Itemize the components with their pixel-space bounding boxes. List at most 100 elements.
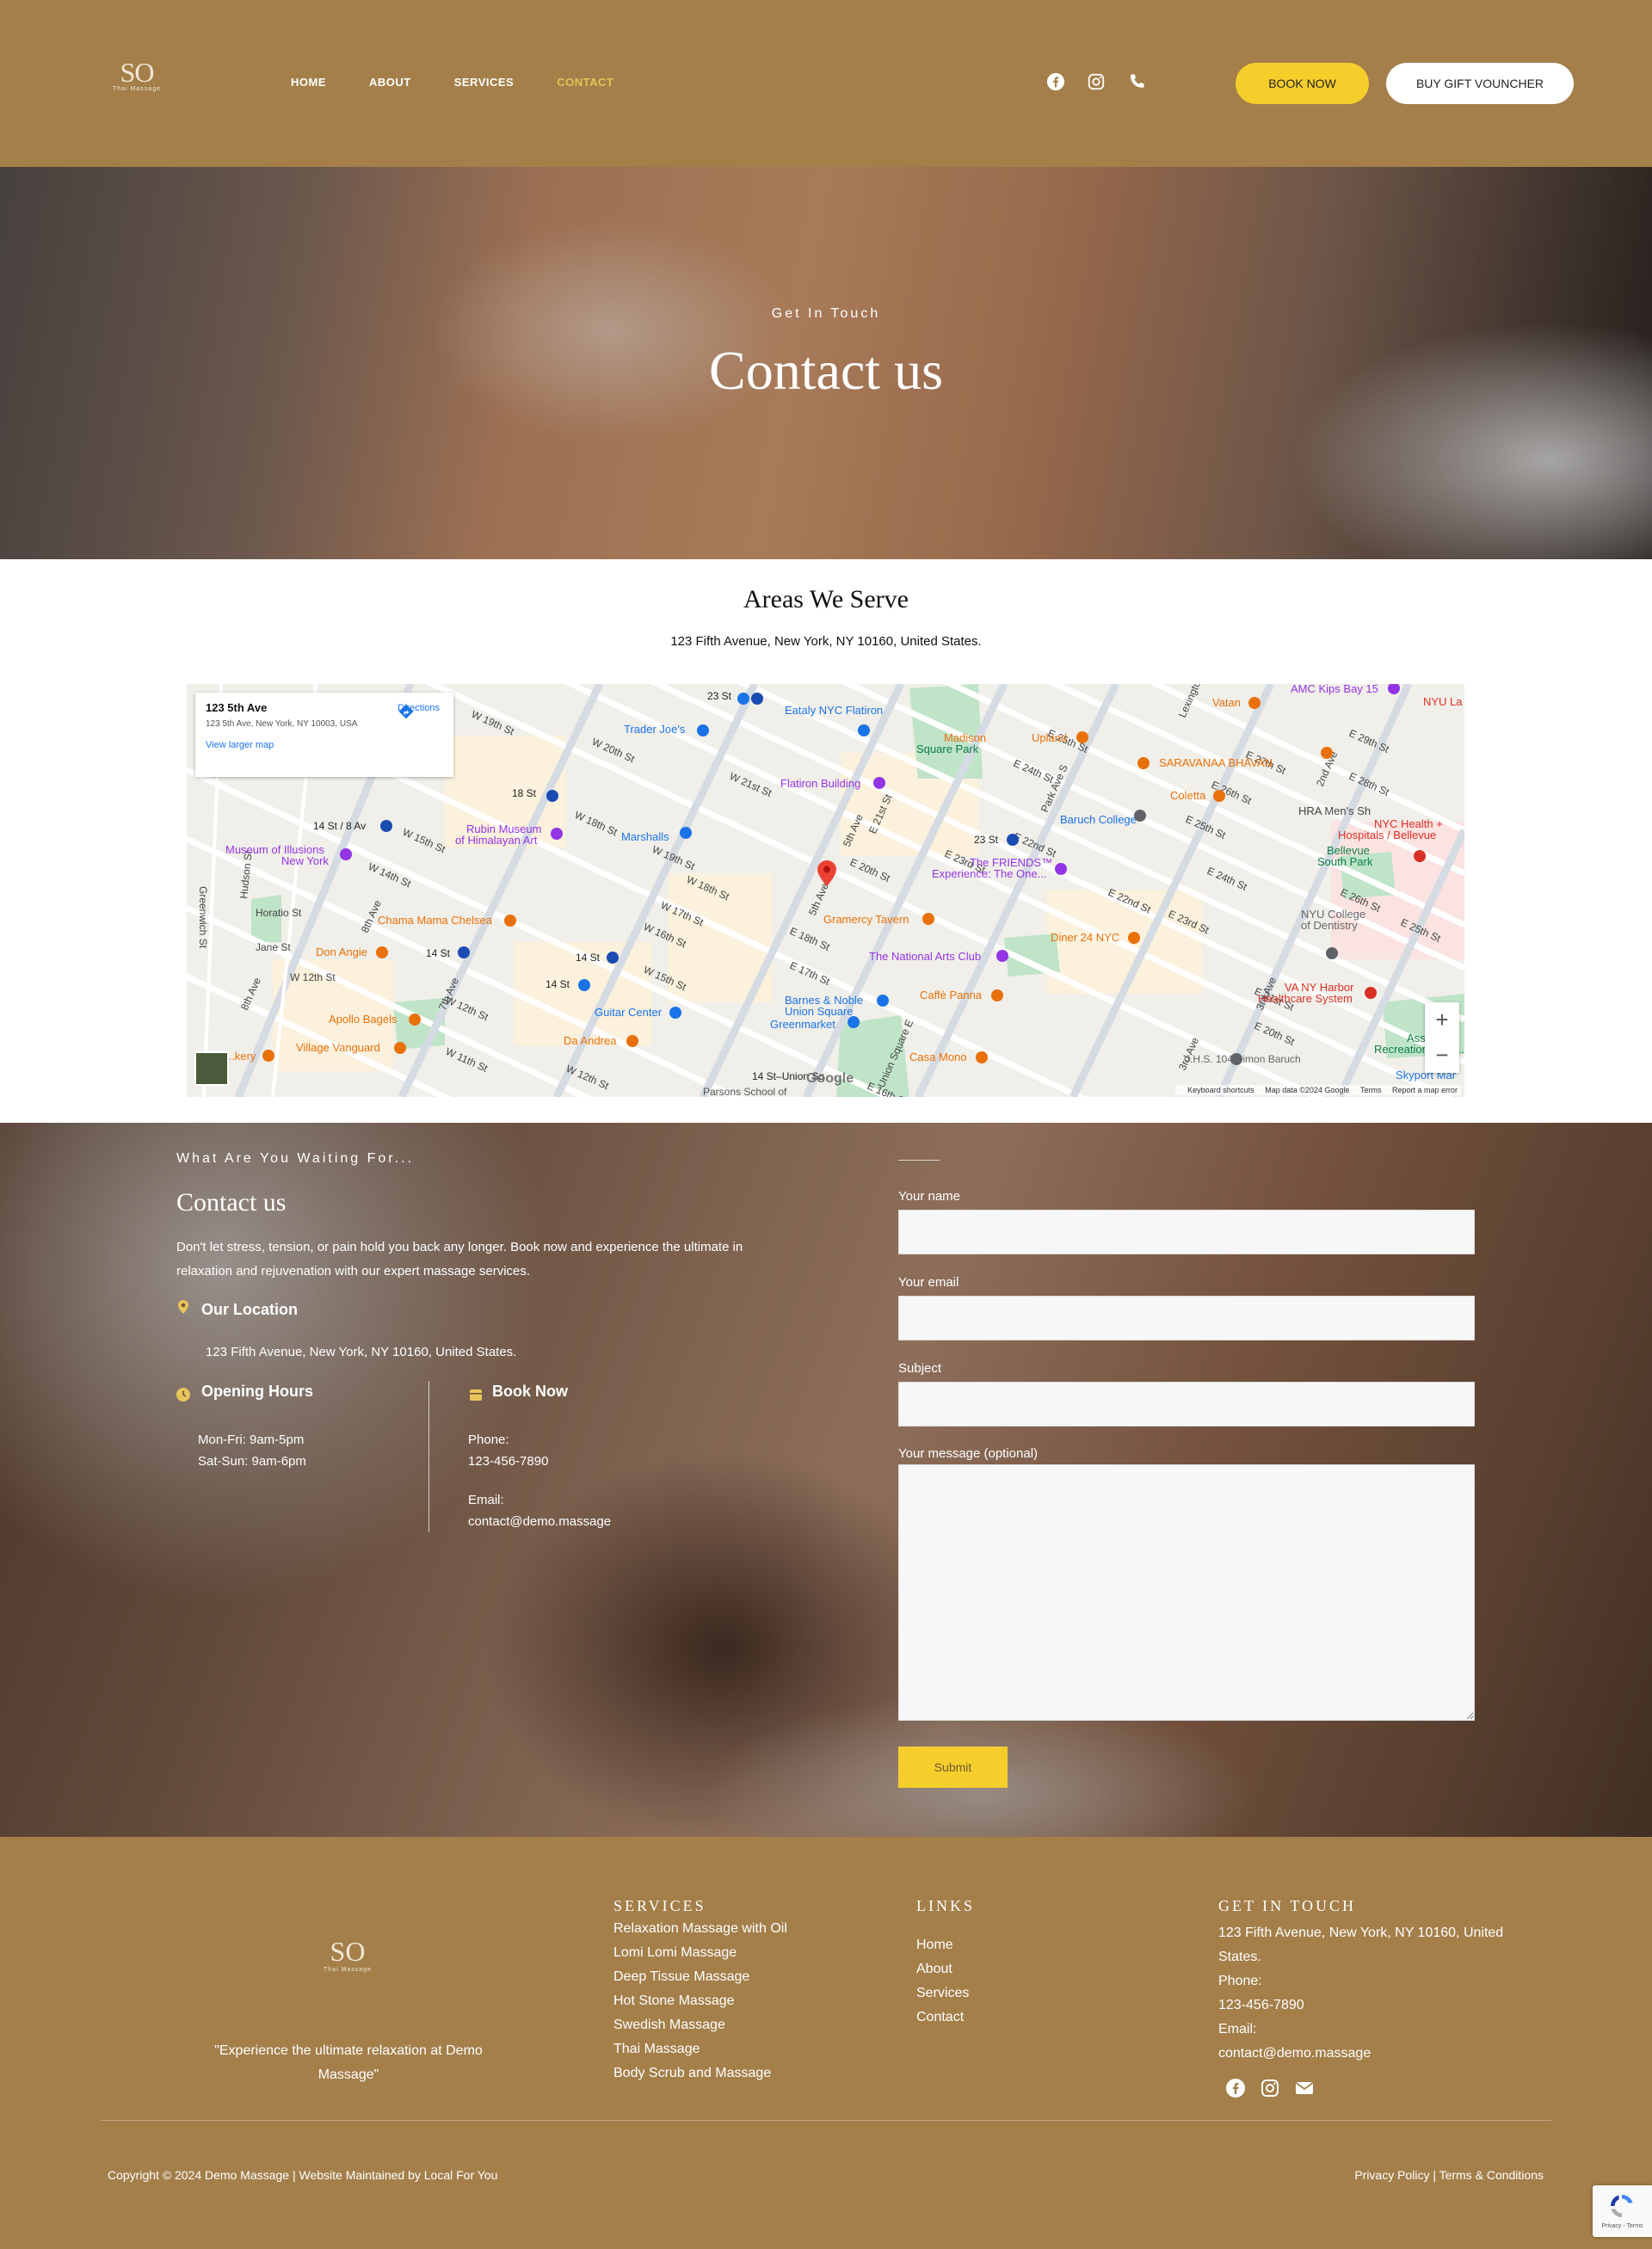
- directions-link[interactable]: Directions: [398, 703, 440, 719]
- footer-service-link[interactable]: Hot Stone Massage: [613, 1989, 787, 2013]
- opening-hours-title: Opening Hours: [201, 1383, 313, 1400]
- subject-label: Subject: [898, 1361, 942, 1376]
- map-card-address: 123 5th Ave, New York, NY 10003, USA: [206, 719, 358, 729]
- map-zoom-controls: + −: [1425, 1002, 1459, 1073]
- svg-text:SARAVANAA BHAVAN: SARAVANAA BHAVAN: [1159, 756, 1273, 769]
- footer-divider: [101, 2120, 1551, 2121]
- footer-quote: "Experience the ultimate relaxation at D…: [214, 2043, 483, 2082]
- nav-home[interactable]: HOME: [291, 74, 326, 91]
- footer-links-title: LINKS: [916, 1897, 975, 1914]
- message-field[interactable]: [898, 1464, 1475, 1721]
- phone-label: Phone:: [468, 1433, 509, 1447]
- footer-services-title: SERVICES: [613, 1897, 706, 1914]
- phone-icon[interactable]: [1127, 72, 1146, 91]
- svg-text:14 St: 14 St: [426, 947, 451, 959]
- footer-link-about[interactable]: About: [916, 1957, 969, 1981]
- svg-text:of Dentistry: of Dentistry: [1301, 919, 1358, 932]
- hero-eyebrow: Get In Touch: [771, 306, 881, 321]
- svg-text:Coletta: Coletta: [1170, 789, 1206, 802]
- svg-text:...kery: ...kery: [225, 1050, 256, 1063]
- google-logo: Google: [806, 1071, 854, 1086]
- footer-link-services[interactable]: Services: [916, 1981, 969, 2006]
- our-location-title: Our Location: [201, 1301, 298, 1318]
- instagram-icon[interactable]: [1087, 72, 1106, 91]
- facebook-icon[interactable]: [1225, 2078, 1246, 2098]
- footer-links-list: Home About Services Contact: [916, 1933, 969, 2030]
- svg-text:Vatan: Vatan: [1212, 696, 1241, 709]
- footer-logo-monogram: SO: [330, 1936, 366, 1967]
- hero-banner: Get In Touch Contact us: [0, 167, 1652, 559]
- logo-monogram: SO: [120, 57, 155, 88]
- envelope-icon[interactable]: [1294, 2078, 1315, 2098]
- directions-icon: [398, 704, 414, 719]
- footer-service-link[interactable]: Lomi Lomi Massage: [613, 1941, 787, 1965]
- email-field[interactable]: [898, 1296, 1475, 1340]
- footer-phone[interactable]: 123-456-7890: [1218, 1993, 1511, 2018]
- svg-text:Marshalls: Marshalls: [621, 830, 669, 843]
- report-map-error-link[interactable]: Report a map error: [1392, 1086, 1458, 1094]
- footer-services-list: Relaxation Massage with Oil Lomi Lomi Ma…: [613, 1917, 787, 2086]
- email-field-label: Your email: [898, 1275, 959, 1290]
- footer-logo-tagline: Thai Massage: [324, 1967, 372, 1973]
- areas-address: 123 Fifth Avenue, New York, NY 10160, Un…: [670, 634, 982, 649]
- subject-field[interactable]: [898, 1382, 1475, 1426]
- nav-about[interactable]: ABOUT: [369, 74, 411, 91]
- view-larger-map-link[interactable]: View larger map: [206, 740, 443, 750]
- footer-phone-label: Phone:: [1218, 1974, 1262, 1988]
- email-address[interactable]: contact@demo.massage: [468, 1511, 611, 1533]
- nav-services[interactable]: SERVICES: [454, 74, 515, 91]
- svg-text:Barnes & Noble: Barnes & Noble: [785, 994, 863, 1007]
- footer-service-link[interactable]: Relaxation Massage with Oil: [613, 1917, 787, 1941]
- map-marker-icon[interactable]: [817, 860, 836, 886]
- svg-text:Flatiron Building: Flatiron Building: [780, 777, 860, 790]
- svg-text:Caffè Panna: Caffè Panna: [920, 989, 983, 1001]
- site-logo[interactable]: SO Thai Massage: [103, 57, 170, 108]
- svg-text:Baruch College: Baruch College: [1060, 813, 1137, 826]
- submit-button[interactable]: Submit: [898, 1747, 1008, 1788]
- footer-link-contact[interactable]: Contact: [916, 2006, 969, 2030]
- zoom-out-button[interactable]: −: [1425, 1038, 1459, 1073]
- svg-text:Square Park: Square Park: [916, 742, 979, 755]
- footer-link-home[interactable]: Home: [916, 1933, 969, 1957]
- svg-text:Upland: Upland: [1032, 731, 1067, 744]
- header-social: [1046, 72, 1146, 91]
- footer-service-link[interactable]: Body Scrub and Massage: [613, 2061, 787, 2086]
- buy-gift-voucher-button[interactable]: BUY GIFT VOUNCHER: [1386, 63, 1574, 104]
- keyboard-shortcuts-link[interactable]: Keyboard shortcuts: [1187, 1086, 1254, 1094]
- nav-contact[interactable]: CONTACT: [557, 74, 613, 91]
- svg-text:W 12th St: W 12th St: [290, 971, 336, 983]
- svg-text:Gramercy Tavern: Gramercy Tavern: [823, 913, 909, 926]
- contact-eyebrow: What Are You Waiting For...: [176, 1151, 415, 1166]
- svg-text:New York: New York: [281, 854, 329, 867]
- legal-links[interactable]: Privacy Policy | Terms & Conditions: [1354, 2168, 1544, 2182]
- recaptcha-badge[interactable]: Privacy - Terms: [1593, 2185, 1652, 2237]
- embedded-map[interactable]: W 19th St W 20th St W 21st St W 18th St …: [187, 684, 1464, 1097]
- book-now-button[interactable]: BOOK NOW: [1236, 63, 1369, 104]
- location-pin-icon: [178, 1300, 188, 1314]
- svg-text:Da Andrea: Da Andrea: [564, 1034, 617, 1047]
- footer-service-link[interactable]: Deep Tissue Massage: [613, 1965, 787, 1989]
- instagram-icon[interactable]: [1260, 2078, 1280, 2098]
- map-terms-link[interactable]: Terms: [1360, 1086, 1382, 1094]
- zoom-in-button[interactable]: +: [1425, 1002, 1459, 1038]
- footer-service-link[interactable]: Swedish Massage: [613, 2013, 787, 2037]
- svg-text:14 St: 14 St: [576, 952, 601, 964]
- svg-text:Chama Mama Chelsea: Chama Mama Chelsea: [378, 914, 493, 927]
- phone-number[interactable]: 123-456-7890: [468, 1451, 548, 1473]
- footer-address: 123 Fifth Avenue, New York, NY 10160, Un…: [1218, 1926, 1504, 1964]
- map-info-card: 123 5th Ave 123 5th Ave, New York, NY 10…: [195, 693, 453, 777]
- book-now-title: Book Now: [492, 1383, 568, 1400]
- footer-social: [1225, 2078, 1315, 2098]
- svg-text:23 St: 23 St: [707, 690, 732, 702]
- site-header: SO Thai Massage HOME ABOUT SERVICES CONT…: [0, 0, 1652, 167]
- contact-divider: [428, 1381, 429, 1532]
- footer-service-link[interactable]: Thai Massage: [613, 2037, 787, 2061]
- svg-text:Greenwich St: Greenwich St: [197, 886, 209, 949]
- facebook-icon[interactable]: [1046, 72, 1065, 91]
- svg-text:Jane St: Jane St: [256, 941, 291, 953]
- footer-logo[interactable]: SO Thai Massage: [313, 1936, 382, 1987]
- footer-email[interactable]: contact@demo.massage: [1218, 2042, 1511, 2066]
- name-field[interactable]: [898, 1210, 1475, 1254]
- contact-title: Contact us: [176, 1188, 287, 1217]
- footer-contact-info: 123 Fifth Avenue, New York, NY 10160, Un…: [1218, 1921, 1511, 2066]
